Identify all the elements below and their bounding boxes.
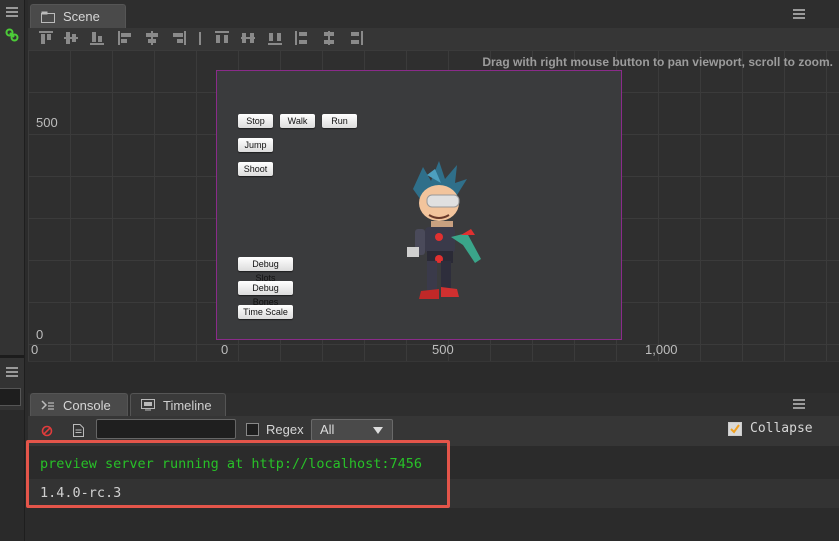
checkmark-icon bbox=[730, 424, 740, 434]
x-axis-label-1000: 1,000 bbox=[645, 342, 678, 357]
regex-checkbox[interactable] bbox=[246, 423, 259, 436]
tab-timeline[interactable]: Timeline bbox=[130, 393, 226, 416]
distribute-vcenter-icon[interactable] bbox=[241, 31, 255, 45]
align-hcenter-icon[interactable] bbox=[145, 31, 159, 45]
log-entry[interactable]: preview server running at http://localho… bbox=[28, 450, 839, 479]
jump-button[interactable]: Jump bbox=[238, 138, 273, 152]
x-axis-label-500: 500 bbox=[432, 342, 454, 357]
log-level-selected: All bbox=[320, 422, 335, 437]
tab-scene[interactable]: Scene bbox=[30, 4, 126, 28]
console-log-list[interactable]: preview server running at http://localho… bbox=[26, 440, 839, 541]
scene-tab-bar: Scene bbox=[28, 0, 839, 29]
debug-slots-button[interactable]: Debug Slots bbox=[238, 257, 293, 283]
distribute-right-icon[interactable] bbox=[349, 31, 363, 45]
tab-timeline-label: Timeline bbox=[163, 397, 212, 413]
menu-icon[interactable] bbox=[6, 367, 18, 377]
align-vcenter-icon[interactable] bbox=[64, 31, 78, 45]
x-axis-label-0: 0 bbox=[221, 342, 229, 357]
console-panel-menu-icon[interactable] bbox=[793, 399, 805, 409]
scene-viewport[interactable]: Drag with right mouse button to pan view… bbox=[28, 50, 839, 361]
console-tab-bar: Console Timeline bbox=[28, 393, 839, 417]
log-entry[interactable]: 1.4.0-rc.3 bbox=[28, 479, 839, 508]
menu-icon[interactable] bbox=[6, 7, 18, 17]
run-button[interactable]: Run bbox=[322, 114, 357, 128]
panel-splitter[interactable] bbox=[0, 355, 24, 358]
left-panel-body bbox=[0, 410, 24, 541]
toolbar-separator bbox=[199, 32, 201, 45]
time-scale-button[interactable]: Time Scale bbox=[238, 305, 293, 319]
x-axis-label-origin: 0 bbox=[31, 342, 39, 357]
align-bottom-icon[interactable] bbox=[90, 31, 104, 45]
distribute-bottom-icon[interactable] bbox=[268, 31, 282, 45]
y-axis-label-0: 0 bbox=[36, 327, 44, 342]
align-right-icon[interactable] bbox=[172, 31, 186, 45]
align-toolbar bbox=[28, 28, 839, 50]
console-icon bbox=[41, 400, 54, 410]
spineboy-character bbox=[407, 161, 481, 299]
shoot-button[interactable]: Shoot bbox=[238, 162, 273, 176]
y-axis-label-500: 500 bbox=[36, 115, 58, 130]
align-left-icon[interactable] bbox=[118, 31, 132, 45]
log-level-select[interactable]: All bbox=[311, 419, 393, 441]
timeline-icon bbox=[141, 399, 155, 411]
regex-label: Regex bbox=[266, 422, 304, 437]
tab-console-label: Console bbox=[63, 397, 111, 413]
game-canvas[interactable]: Stop Walk Run Jump Shoot Debug Slots Deb… bbox=[216, 70, 622, 340]
left-panel-field[interactable] bbox=[0, 388, 21, 406]
tab-scene-label: Scene bbox=[63, 9, 100, 24]
scene-panel-menu-icon[interactable] bbox=[793, 9, 805, 19]
walk-button[interactable]: Walk bbox=[280, 114, 315, 128]
stop-button[interactable]: Stop bbox=[238, 114, 273, 128]
filter-input[interactable] bbox=[96, 419, 236, 439]
distribute-hcenter-icon[interactable] bbox=[322, 31, 336, 45]
log-empty-area bbox=[28, 508, 839, 541]
tab-console[interactable]: Console bbox=[30, 393, 128, 416]
scene-icon bbox=[41, 11, 55, 23]
collapse-checkbox[interactable] bbox=[728, 422, 742, 436]
distribute-top-icon[interactable] bbox=[215, 31, 229, 45]
align-top-icon[interactable] bbox=[39, 31, 53, 45]
console-toolbar: Regex All Collapse bbox=[28, 416, 839, 446]
clear-console-icon[interactable] bbox=[41, 425, 53, 437]
chevron-down-icon bbox=[373, 427, 383, 434]
debug-bones-button[interactable]: Debug Bones bbox=[238, 281, 293, 307]
distribute-left-icon[interactable] bbox=[295, 31, 309, 45]
collapse-label: Collapse bbox=[750, 421, 813, 436]
link-icon[interactable] bbox=[5, 28, 19, 42]
scene-panel: Scene Drag with right mouse button to pa… bbox=[28, 0, 839, 362]
left-toolbar-strip bbox=[0, 0, 25, 541]
open-log-file-icon[interactable] bbox=[73, 424, 84, 437]
viewport-hint: Drag with right mouse button to pan view… bbox=[482, 55, 833, 69]
console-panel: Console Timeline Regex All Collapse prev… bbox=[26, 393, 839, 541]
